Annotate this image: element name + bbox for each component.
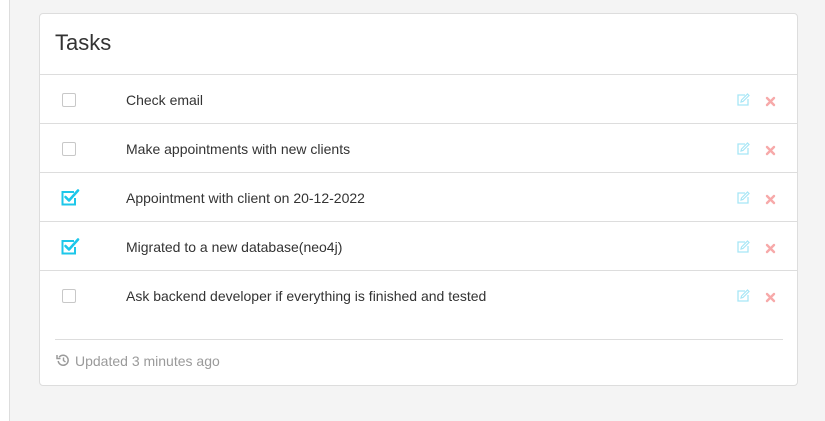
task-label: Make appointments with new clients [126, 141, 351, 157]
edit-icon[interactable] [736, 142, 750, 156]
task-list: Check email Make appointments with new c… [40, 75, 797, 320]
task-label: Check email [126, 92, 204, 108]
task-row: Migrated to a new database(neo4j) [40, 222, 797, 271]
card-header: Tasks [40, 14, 797, 75]
edit-icon[interactable] [736, 289, 750, 303]
updated-status: Updated 3 minutes ago [75, 353, 220, 369]
close-icon[interactable] [765, 192, 776, 205]
close-icon[interactable] [765, 241, 776, 254]
close-icon[interactable] [765, 290, 776, 303]
task-row: Ask backend developer if everything is f… [40, 271, 797, 320]
close-icon[interactable] [765, 94, 776, 107]
card-footer: Updated 3 minutes ago [55, 339, 783, 384]
card-title: Tasks [55, 30, 112, 55]
task-label: Appointment with client on 20-12-2022 [126, 190, 365, 206]
check-icon [61, 238, 80, 255]
edit-icon[interactable] [736, 191, 750, 205]
task-checkbox[interactable] [62, 142, 76, 156]
history-icon [56, 353, 70, 367]
task-checkbox[interactable] [62, 93, 76, 107]
check-icon [61, 189, 80, 206]
task-label: Ask backend developer if everything is f… [126, 288, 487, 304]
left-sidebar-edge [0, 0, 10, 421]
task-label: Migrated to a new database(neo4j) [126, 239, 343, 255]
edit-icon[interactable] [736, 93, 750, 107]
task-checkbox[interactable] [62, 289, 76, 303]
edit-icon[interactable] [736, 240, 750, 254]
task-row: Make appointments with new clients [40, 124, 797, 173]
task-row: Check email [40, 75, 797, 124]
close-icon[interactable] [765, 143, 776, 156]
task-checkbox[interactable] [61, 189, 80, 206]
tasks-card: Tasks Check email Make appointments with… [39, 13, 798, 386]
task-row: Appointment with client on 20-12-2022 [40, 173, 797, 222]
task-checkbox[interactable] [61, 238, 80, 255]
